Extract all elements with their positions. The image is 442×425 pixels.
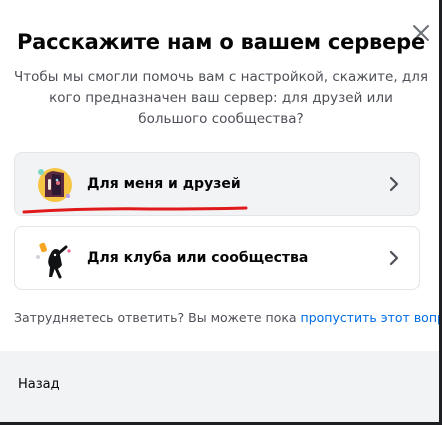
back-button[interactable]: Назад xyxy=(18,377,60,392)
option-me-and-friends[interactable]: Для меня и друзей xyxy=(14,152,420,216)
server-purpose-modal: Расскажите нам о вашем сервере Чтобы мы … xyxy=(0,0,442,425)
option-label: Для меня и друзей xyxy=(87,176,241,192)
skip-question-link[interactable]: пропустить этот вопрос xyxy=(301,310,442,325)
friends-illustration-icon xyxy=(38,168,72,202)
modal-title: Расскажите нам о вашем сервере xyxy=(16,30,426,54)
skip-hint: Затрудняетесь ответить? Вы можете пока п… xyxy=(14,310,442,325)
modal-subtitle: Чтобы мы смогли помочь вам с настройкой,… xyxy=(14,69,428,127)
option-club-or-community[interactable]: Для клуба или сообщества xyxy=(14,226,420,290)
chevron-right-icon xyxy=(389,176,399,192)
option-label: Для клуба или сообщества xyxy=(87,250,309,266)
chevron-right-icon xyxy=(389,250,399,266)
skip-hint-text: Затрудняетесь ответить? Вы можете пока xyxy=(14,310,301,325)
community-illustration-icon xyxy=(36,242,71,279)
modal-footer: Назад xyxy=(0,351,442,425)
